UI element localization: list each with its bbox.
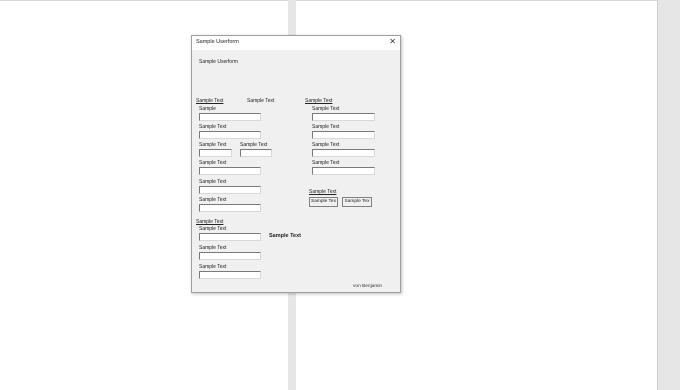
textbox-left-6[interactable]: [199, 204, 261, 212]
label-left-6: Sample Text: [199, 197, 227, 203]
textbox-right-3[interactable]: [312, 149, 375, 157]
label-left-4: Sample Text: [199, 160, 227, 166]
textbox-right-2[interactable]: [312, 131, 375, 139]
label-g2-1: Sample Text: [199, 226, 227, 232]
label-left-2: Sample Text: [199, 124, 227, 130]
label-right-2: Sample Text: [312, 124, 340, 130]
label-sample: Sample: [199, 106, 216, 112]
textbox-right-4[interactable]: [312, 167, 375, 175]
title-bar: Sample Userform ✕: [192, 36, 400, 50]
textbox-left-1[interactable]: [199, 113, 261, 121]
label-g2-2: Sample Text: [199, 245, 227, 251]
sample-button-1[interactable]: Sample Tex: [309, 197, 338, 207]
textbox-right-1[interactable]: [312, 113, 375, 121]
textbox-g2-2[interactable]: [199, 252, 261, 260]
textbox-left-4[interactable]: [199, 167, 261, 175]
textbox-left-2[interactable]: [199, 131, 261, 139]
label-left-5: Sample Text: [199, 179, 227, 185]
close-icon[interactable]: ✕: [389, 37, 396, 47]
window-title: Sample Userform: [196, 39, 239, 45]
group-label-right: Sample Text: [305, 98, 333, 104]
group-label-left: Sample Text: [196, 98, 224, 104]
label-top-middle: Sample Text: [247, 98, 275, 104]
page-top-border: [0, 0, 680, 1]
textbox-left-5[interactable]: [199, 186, 261, 194]
label-left-3a: Sample Text: [199, 142, 227, 148]
form-heading: Sample Userform: [199, 59, 238, 65]
label-right-3: Sample Text: [312, 142, 340, 148]
right-scrollbar[interactable]: [657, 0, 680, 390]
textbox-g2-1[interactable]: [199, 233, 261, 241]
label-left-3b: Sample Text: [240, 142, 268, 148]
label-g2-3: Sample Text: [199, 264, 227, 270]
group-label-right-2: Sample Text: [309, 189, 337, 195]
textbox-left-3a[interactable]: [199, 149, 232, 157]
textbox-left-3b[interactable]: [240, 149, 272, 157]
bold-label-middle: Sample Text: [269, 233, 301, 239]
userform-window: Sample Userform ✕ Sample Userform Sample…: [191, 35, 401, 293]
footer-credit: von Benjamin: [353, 284, 383, 289]
textbox-g2-3[interactable]: [199, 271, 261, 279]
label-right-4: Sample Text: [312, 160, 340, 166]
label-right-1: Sample Text: [312, 106, 340, 112]
group-label-left-2: Sample Text: [196, 219, 224, 225]
sample-button-2[interactable]: Sample Tex: [342, 197, 372, 207]
